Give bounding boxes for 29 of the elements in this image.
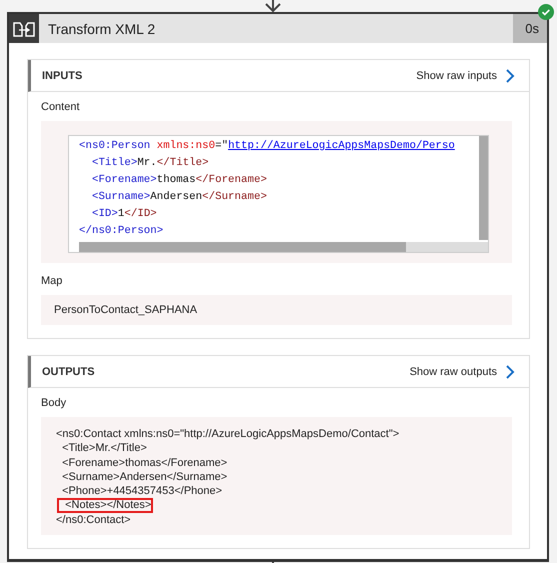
xml-line: </ns0:Contact>: [55, 512, 132, 528]
xml-line: <Title>Mr.</Title>: [61, 441, 148, 456]
xml-line: <Surname>Andersen</Surname>: [61, 470, 228, 484]
content-label: Content: [41, 101, 81, 113]
body-label: Body: [41, 397, 68, 409]
code-editor[interactable]: <ns0:Person xmlns:ns0="http://AzureLogicAppsMapsDemo/Perso <Title>Mr.</Title> <Forename>thomas</Forename> <Surname>Andersen</Surname> <ID>1</ID> </ns0:Person>: [68, 135, 489, 253]
duration-label: 0s: [513, 14, 547, 43]
chevron-right-icon[interactable]: [505, 68, 515, 82]
show-raw-inputs-link[interactable]: Show raw inputs: [416, 68, 515, 82]
xml-line: <Phone>+4454357453</Phone>: [61, 484, 224, 498]
code-line: </ns0:Person>: [79, 224, 164, 239]
code-line: <ID>1</ID>: [90, 207, 157, 222]
chevron-right-icon[interactable]: [505, 364, 515, 378]
horizontal-scrollbar[interactable]: [79, 242, 488, 252]
action-title: Transform XML 2: [47, 20, 156, 36]
xml-line: <Forename>thomas</Forename>: [61, 456, 228, 470]
map-label: Map: [41, 275, 64, 287]
outputs-heading: OUTPUTS: [42, 366, 95, 378]
action-header[interactable]: Transform XML 2 0s: [9, 14, 547, 43]
code-line: <ns0:Person xmlns:ns0="http://AzureLogicAppsMapsDemo/Perso: [79, 139, 455, 154]
inputs-heading: INPUTS: [42, 70, 82, 82]
xml-line: <ns0:Contact xmlns:ns0="http://AzureLogicAppsMapsDemo/Contact">: [55, 427, 400, 442]
show-raw-outputs-link[interactable]: Show raw outputs: [410, 364, 515, 378]
code-line: <Surname>Andersen</Surname>: [90, 190, 267, 205]
vertical-scrollbar[interactable]: [479, 136, 488, 240]
map-value: PersonToContact_SAPHANA: [41, 295, 512, 325]
code-line: <Title>Mr.</Title>: [90, 156, 209, 171]
down-arrow-icon: [264, 0, 282, 12]
code-line: <Forename>thomas</Forename>: [90, 173, 267, 188]
